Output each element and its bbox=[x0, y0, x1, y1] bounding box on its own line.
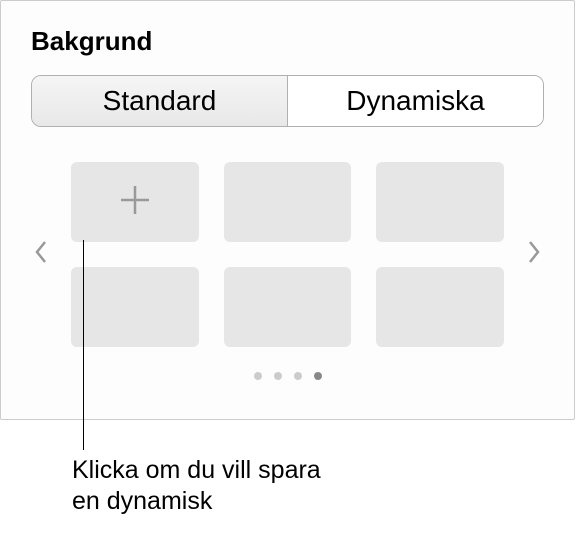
tab-dynamic[interactable]: Dynamiska bbox=[288, 76, 543, 126]
prev-page-button[interactable] bbox=[31, 235, 51, 275]
chevron-right-icon bbox=[527, 240, 541, 269]
page-dot[interactable] bbox=[294, 372, 302, 380]
thumbnail-grid-area bbox=[31, 162, 544, 347]
tab-standard[interactable]: Standard bbox=[32, 76, 288, 126]
chevron-left-icon bbox=[34, 240, 48, 269]
background-panel: Bakgrund Standard Dynamiska bbox=[0, 0, 575, 420]
tab-standard-label: Standard bbox=[103, 85, 217, 117]
page-dot[interactable] bbox=[254, 372, 262, 380]
background-thumbnail[interactable] bbox=[224, 267, 352, 347]
callout-text: Klicka om du vill spara en dynamisk bbox=[72, 455, 352, 518]
background-thumbnail[interactable] bbox=[224, 162, 352, 242]
background-thumbnail[interactable] bbox=[376, 267, 504, 347]
tab-segmented-control: Standard Dynamiska bbox=[31, 75, 544, 127]
add-background-button[interactable] bbox=[71, 162, 199, 242]
background-thumbnail[interactable] bbox=[376, 162, 504, 242]
panel-title: Bakgrund bbox=[31, 26, 544, 57]
page-dot[interactable] bbox=[274, 372, 282, 380]
page-dots bbox=[31, 372, 544, 380]
background-thumbnail[interactable] bbox=[71, 267, 199, 347]
tab-dynamic-label: Dynamiska bbox=[346, 85, 484, 117]
callout-line bbox=[83, 240, 84, 450]
page-dot-active[interactable] bbox=[314, 372, 322, 380]
plus-icon bbox=[117, 182, 153, 223]
next-page-button[interactable] bbox=[524, 235, 544, 275]
thumbnail-grid bbox=[61, 162, 514, 347]
